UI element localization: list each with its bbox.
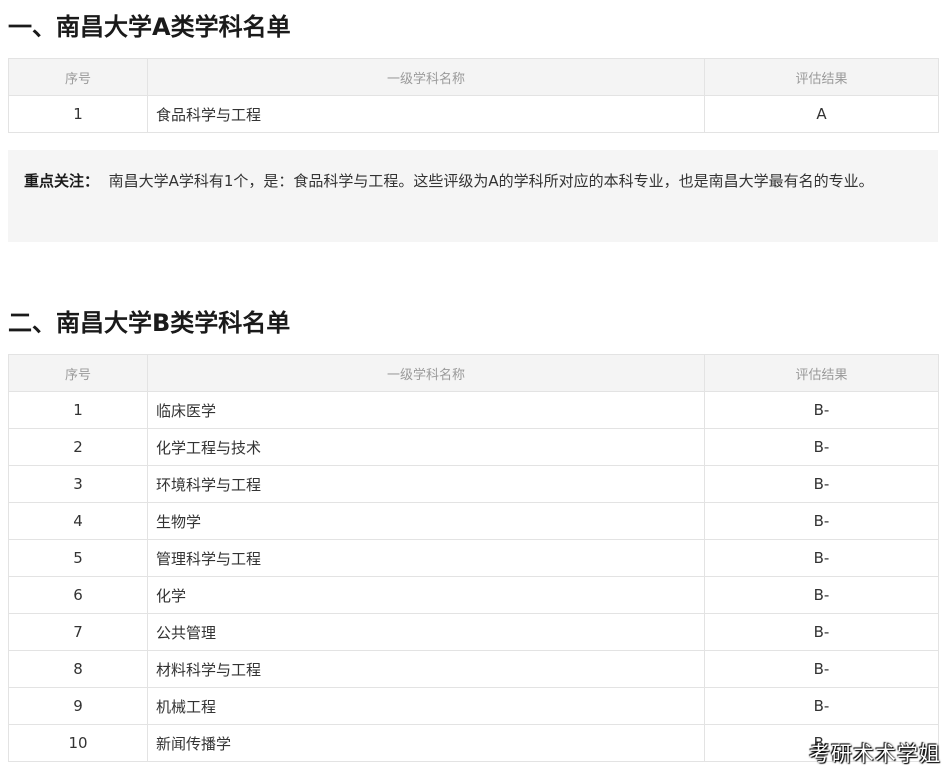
section-a-heading: 一、南昌大学A类学科名单 — [8, 13, 291, 41]
evaluation-result: B- — [704, 613, 939, 651]
column-header-discipline: 一级学科名称 — [147, 58, 705, 96]
table-row: 7 公共管理 B- — [8, 613, 939, 651]
evaluation-result: B- — [704, 391, 939, 429]
table-row: 5 管理科学与工程 B- — [8, 539, 939, 577]
row-number: 7 — [8, 613, 148, 651]
row-number: 3 — [8, 465, 148, 503]
evaluation-result: B- — [704, 576, 939, 614]
column-header-result: 评估结果 — [704, 58, 939, 96]
watermark-text: 考研术术学姐 — [809, 742, 941, 766]
discipline-name: 新闻传播学 — [147, 724, 705, 762]
column-header-number: 序号 — [8, 58, 148, 96]
row-number: 2 — [8, 428, 148, 466]
discipline-name: 管理科学与工程 — [147, 539, 705, 577]
discipline-name: 机械工程 — [147, 687, 705, 725]
table-row: 4 生物学 B- — [8, 502, 939, 540]
discipline-name: 食品科学与工程 — [147, 95, 705, 133]
discipline-name: 化学工程与技术 — [147, 428, 705, 466]
table-row: 8 材料科学与工程 B- — [8, 650, 939, 688]
table-row: 1 食品科学与工程 A — [8, 95, 939, 133]
evaluation-result: B- — [704, 539, 939, 577]
evaluation-result: A — [704, 95, 939, 133]
row-number: 4 — [8, 502, 148, 540]
discipline-name: 公共管理 — [147, 613, 705, 651]
key-note-box: 重点关注： 南昌大学A学科有1个，是：食品科学与工程。这些评级为A的学科所对应的… — [8, 150, 938, 242]
table-row: 9 机械工程 B- — [8, 687, 939, 725]
table-row: 6 化学 B- — [8, 576, 939, 614]
row-number: 10 — [8, 724, 148, 762]
discipline-name: 临床医学 — [147, 391, 705, 429]
column-header-result: 评估结果 — [704, 354, 939, 392]
evaluation-result: B- — [704, 650, 939, 688]
evaluation-result: B- — [704, 465, 939, 503]
evaluation-result: B- — [704, 687, 939, 725]
evaluation-result: B- — [704, 502, 939, 540]
key-note-label: 重点关注： — [24, 172, 100, 190]
discipline-name: 生物学 — [147, 502, 705, 540]
table-row: 1 临床医学 B- — [8, 391, 939, 429]
row-number: 9 — [8, 687, 148, 725]
row-number: 6 — [8, 576, 148, 614]
discipline-name: 环境科学与工程 — [147, 465, 705, 503]
table-header-row: 序号 一级学科名称 评估结果 — [8, 354, 939, 392]
row-number: 1 — [8, 391, 148, 429]
table-row: 2 化学工程与技术 B- — [8, 428, 939, 466]
evaluation-result: B- — [704, 428, 939, 466]
column-header-number: 序号 — [8, 354, 148, 392]
row-number: 8 — [8, 650, 148, 688]
row-number: 5 — [8, 539, 148, 577]
b-class-table: 序号 一级学科名称 评估结果 1 临床医学 B- 2 化学工程与技术 B- 3 … — [8, 354, 939, 762]
table-row: 10 新闻传播学 B- — [8, 724, 939, 762]
discipline-name: 材料科学与工程 — [147, 650, 705, 688]
column-header-discipline: 一级学科名称 — [147, 354, 705, 392]
table-row: 3 环境科学与工程 B- — [8, 465, 939, 503]
discipline-name: 化学 — [147, 576, 705, 614]
section-b-heading: 二、南昌大学B类学科名单 — [8, 309, 291, 337]
table-header-row: 序号 一级学科名称 评估结果 — [8, 58, 939, 96]
row-number: 1 — [8, 95, 148, 133]
a-class-table: 序号 一级学科名称 评估结果 1 食品科学与工程 A — [8, 58, 939, 133]
key-note-text: 南昌大学A学科有1个，是：食品科学与工程。这些评级为A的学科所对应的本科专业，也… — [108, 172, 874, 190]
